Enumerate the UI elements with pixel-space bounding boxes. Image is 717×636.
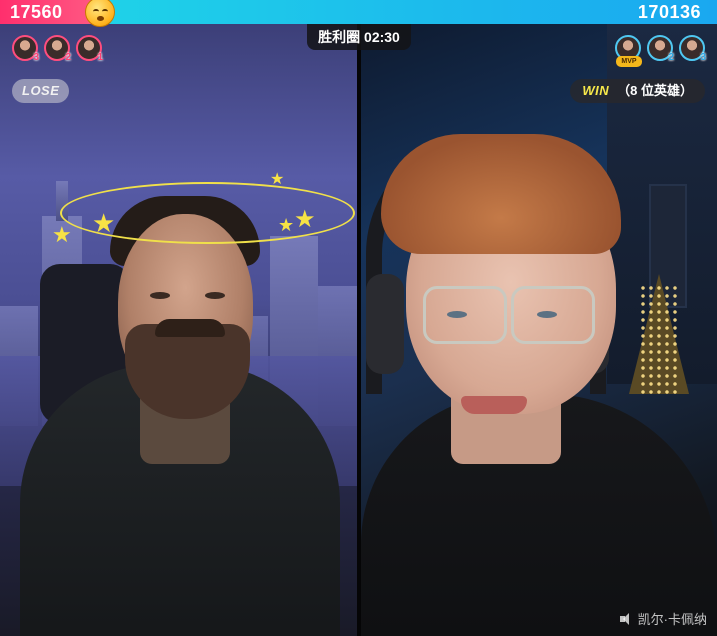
right-score: 170136 xyxy=(637,2,701,22)
creator-name: 凯尔·卡佩纳 xyxy=(637,612,707,627)
lose-badge: LOSE xyxy=(12,79,70,103)
right-supporter-avatar-2[interactable]: 2 xyxy=(647,35,674,63)
win-detail: （8 位英雄） xyxy=(617,83,693,98)
left-supporter-avatar-3[interactable]: 3 xyxy=(12,35,39,63)
supporter-rank: 3 xyxy=(700,52,706,63)
star-icon: ★ xyxy=(278,215,295,235)
star-icon: ★ xyxy=(52,222,72,247)
left-score: 17560 xyxy=(10,2,63,22)
supporter-rank: 2 xyxy=(668,52,674,63)
left-video-panel: ★ ★ ★ ★ ★ xyxy=(0,24,357,636)
win-label: WIN xyxy=(582,83,610,98)
win-badge: WIN （8 位英雄） xyxy=(570,79,705,103)
right-supporter-avatar-3[interactable]: 3 xyxy=(679,35,706,63)
star-icon: ★ xyxy=(294,206,316,233)
supporter-rank: 3 xyxy=(33,52,39,63)
right-score-segment: 170136 xyxy=(100,0,717,24)
mvp-badge: MVP xyxy=(616,56,642,67)
star-icon: ★ xyxy=(270,171,285,188)
supporter-rank: 2 xyxy=(65,52,71,63)
victory-lap-timer: 胜利圈 02:30 xyxy=(307,24,411,50)
creator-watermark: 凯尔·卡佩纳 xyxy=(619,609,707,628)
left-supporter-avatar-1[interactable]: 1 xyxy=(76,35,103,63)
left-supporter-avatar-2[interactable]: 2 xyxy=(44,35,71,63)
speaker-muted-icon[interactable] xyxy=(619,612,634,625)
supporter-rank: 1 xyxy=(97,52,103,63)
right-video-panel xyxy=(361,24,717,636)
right-supporter-avatar-mvp[interactable]: MVP xyxy=(615,35,642,67)
star-icon: ★ xyxy=(92,208,116,238)
